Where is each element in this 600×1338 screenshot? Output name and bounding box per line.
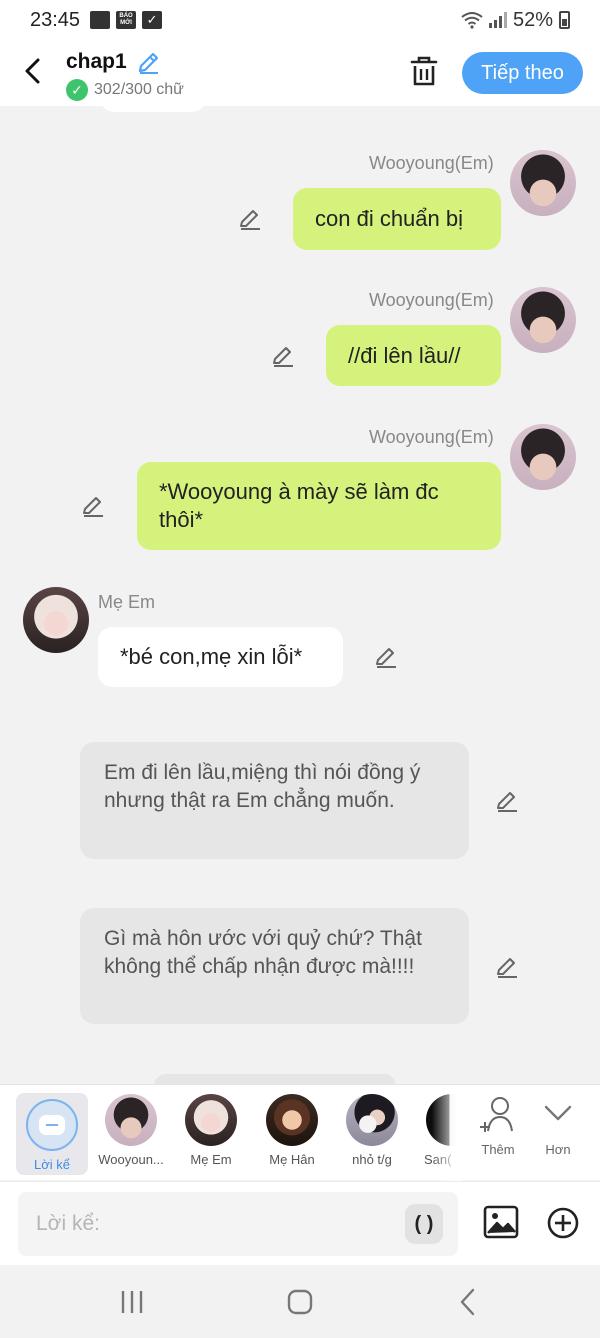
message-bubble[interactable]: //đi lên lầu// — [326, 325, 501, 386]
character-label: Lời kể — [34, 1157, 70, 1172]
sender-name: Mẹ Em — [98, 592, 156, 612]
scroll-fade — [432, 1085, 462, 1181]
narration-icon — [26, 1099, 78, 1151]
character-selector: Lời kể Wooyoun... Mẹ Em Mẹ Hân nhỏ t/g S… — [0, 1084, 600, 1181]
edit-title-icon[interactable] — [136, 49, 162, 75]
sender-name: Wooyoung(Em) — [369, 290, 494, 310]
character-wooyoung[interactable]: Wooyoun... — [95, 1093, 167, 1175]
status-right: 52% — [461, 9, 570, 32]
sender-name: Wooyoung(Em) — [369, 427, 494, 447]
back-nav-icon[interactable] — [454, 1287, 484, 1317]
edit-message-icon[interactable] — [373, 644, 399, 670]
character-nho-tg[interactable]: nhỏ t/g — [336, 1093, 408, 1175]
image-icon[interactable] — [483, 1204, 519, 1240]
avatar-wooyoung[interactable] — [510, 150, 576, 216]
edit-narration-icon[interactable] — [494, 954, 520, 980]
add-person-icon — [480, 1097, 513, 1132]
message-bubble[interactable]: *Wooyoung à mày sẽ làm đc thôi* — [137, 462, 501, 550]
previous-bubble-fragment — [100, 96, 206, 112]
narration-bubble[interactable]: Gì mà hôn ước với quỷ chứ? Thật không th… — [80, 908, 469, 1024]
message-bubble[interactable]: *bé con,mẹ xin lỗi* — [98, 627, 343, 687]
action-parentheses-button[interactable]: ( ) — [405, 1204, 443, 1244]
avatar-wooyoung[interactable] — [510, 424, 576, 490]
more-button[interactable]: Hơn — [528, 1093, 588, 1157]
battery-percent: 52% — [512, 8, 553, 31]
add-character-button[interactable]: Thêm — [468, 1093, 528, 1157]
character-label: nhỏ t/g — [352, 1152, 392, 1167]
input-bar: Lời kể: ( ) — [0, 1181, 600, 1265]
edit-message-icon[interactable] — [270, 343, 296, 369]
character-narrator[interactable]: Lời kể — [16, 1093, 88, 1175]
add-character-label: Thêm — [481, 1142, 515, 1157]
character-me-em[interactable]: Mẹ Em — [175, 1093, 247, 1175]
message-input[interactable]: Lời kể: — [18, 1192, 458, 1256]
character-avatar — [266, 1094, 318, 1146]
character-avatar — [105, 1094, 157, 1146]
home-icon[interactable] — [285, 1287, 315, 1317]
character-label: Mẹ Hân — [269, 1152, 315, 1167]
chapter-title: chap1 — [66, 50, 127, 73]
app-header: chap1 ✓ 302/300 chữ Tiếp theo — [0, 40, 600, 106]
edit-narration-icon[interactable] — [494, 788, 520, 814]
sender-name: Wooyoung(Em) — [369, 153, 494, 173]
task-notification-icon: ✓ — [142, 11, 163, 29]
trash-icon[interactable] — [408, 54, 440, 88]
signal-icon — [488, 12, 507, 28]
character-label: Mẹ Em — [190, 1152, 232, 1167]
gallery-notification-icon — [90, 11, 111, 29]
add-icon[interactable] — [546, 1206, 580, 1240]
avatar-me-em[interactable] — [23, 587, 89, 653]
system-nav-bar — [0, 1265, 600, 1338]
more-label: Hơn — [545, 1142, 571, 1157]
recent-apps-icon[interactable] — [117, 1287, 147, 1317]
wifi-icon — [461, 12, 483, 29]
avatar-wooyoung[interactable] — [510, 287, 576, 353]
status-time: 23:45 — [30, 8, 81, 31]
check-icon: ✓ — [66, 79, 88, 101]
character-avatar — [346, 1094, 398, 1146]
chevron-down-icon — [544, 1105, 572, 1121]
battery-icon — [559, 11, 570, 29]
character-label: Wooyoun... — [98, 1152, 164, 1167]
edit-message-icon[interactable] — [237, 206, 263, 232]
narration-bubble[interactable]: Em đi lên lầu,miệng thì nói đồng ý nhưng… — [80, 742, 469, 859]
next-button[interactable]: Tiếp theo — [462, 52, 583, 94]
edit-message-icon[interactable] — [80, 493, 106, 519]
news-notification-icon: BÁO MỚI — [116, 11, 137, 29]
character-me-han[interactable]: Mẹ Hân — [256, 1093, 328, 1175]
status-bar: 23:45 BÁO MỚI ✓ 52% — [0, 0, 600, 40]
message-bubble[interactable]: con đi chuẩn bị — [293, 188, 501, 250]
back-icon[interactable] — [20, 56, 46, 86]
character-avatar — [185, 1094, 237, 1146]
